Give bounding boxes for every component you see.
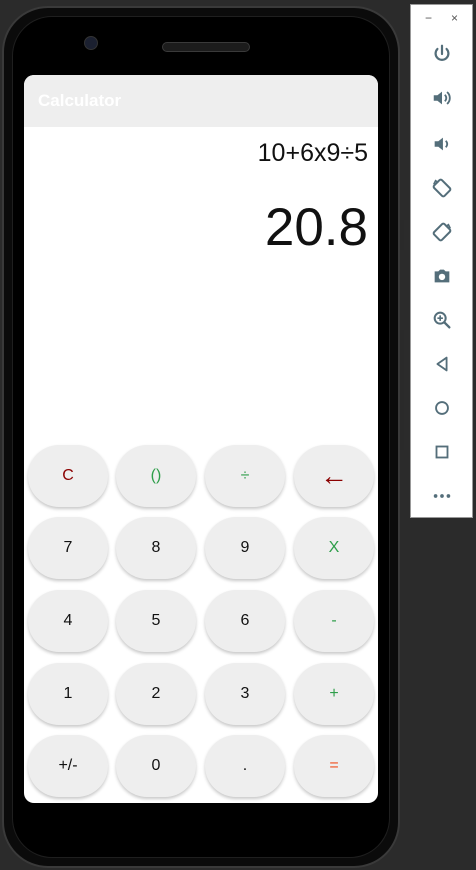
multiply-button[interactable]: X xyxy=(294,517,374,579)
phone-side-button xyxy=(400,220,404,250)
rotate-right-icon[interactable] xyxy=(429,219,455,245)
earpiece-speaker xyxy=(162,42,250,52)
minimize-button[interactable]: − xyxy=(425,11,432,25)
overview-icon[interactable] xyxy=(429,439,455,465)
home-icon[interactable] xyxy=(429,395,455,421)
digit-6-button[interactable]: 6 xyxy=(205,590,285,652)
toolbar-window-controls: − × xyxy=(411,11,472,27)
result-display: 20.8 xyxy=(264,198,368,257)
add-button[interactable]: + xyxy=(294,663,374,725)
app-bar: Calculator xyxy=(24,75,378,127)
digit-8-button[interactable]: 8 xyxy=(116,517,196,579)
camera-icon[interactable] xyxy=(429,263,455,289)
divide-button[interactable]: ÷ xyxy=(205,445,285,507)
rotate-left-icon[interactable] xyxy=(429,175,455,201)
emulator-toolbar: − × xyxy=(410,4,473,518)
digit-1-button[interactable]: 1 xyxy=(28,663,108,725)
expression-display: 10+6x9÷5 xyxy=(257,139,368,167)
phone-volume-button xyxy=(400,330,404,450)
digit-3-button[interactable]: 3 xyxy=(205,663,285,725)
backspace-button[interactable]: ← xyxy=(294,445,374,507)
parentheses-button[interactable]: () xyxy=(116,445,196,507)
digit-5-button[interactable]: 5 xyxy=(116,590,196,652)
decimal-point-button[interactable]: . xyxy=(205,735,285,797)
digit-9-button[interactable]: 9 xyxy=(205,517,285,579)
digit-4-button[interactable]: 4 xyxy=(28,590,108,652)
equals-button[interactable]: = xyxy=(294,735,374,797)
clear-button[interactable]: C xyxy=(28,445,108,507)
digit-0-button[interactable]: 0 xyxy=(116,735,196,797)
sign-toggle-button[interactable]: +/- xyxy=(28,735,108,797)
back-icon[interactable] xyxy=(429,351,455,377)
close-button[interactable]: × xyxy=(451,11,458,25)
digit-7-button[interactable]: 7 xyxy=(28,517,108,579)
more-icon[interactable] xyxy=(429,483,455,509)
zoom-icon[interactable] xyxy=(429,307,455,333)
subtract-button[interactable]: - xyxy=(294,590,374,652)
volume-up-icon[interactable] xyxy=(429,85,455,111)
app-screen: Calculator 10+6x9÷5 20.8 C () ÷ ← 7 8 9 … xyxy=(24,75,378,803)
front-camera xyxy=(84,36,98,50)
volume-down-icon[interactable] xyxy=(429,131,455,157)
digit-2-button[interactable]: 2 xyxy=(116,663,196,725)
power-icon[interactable] xyxy=(429,41,455,67)
app-title: Calculator xyxy=(38,91,122,110)
